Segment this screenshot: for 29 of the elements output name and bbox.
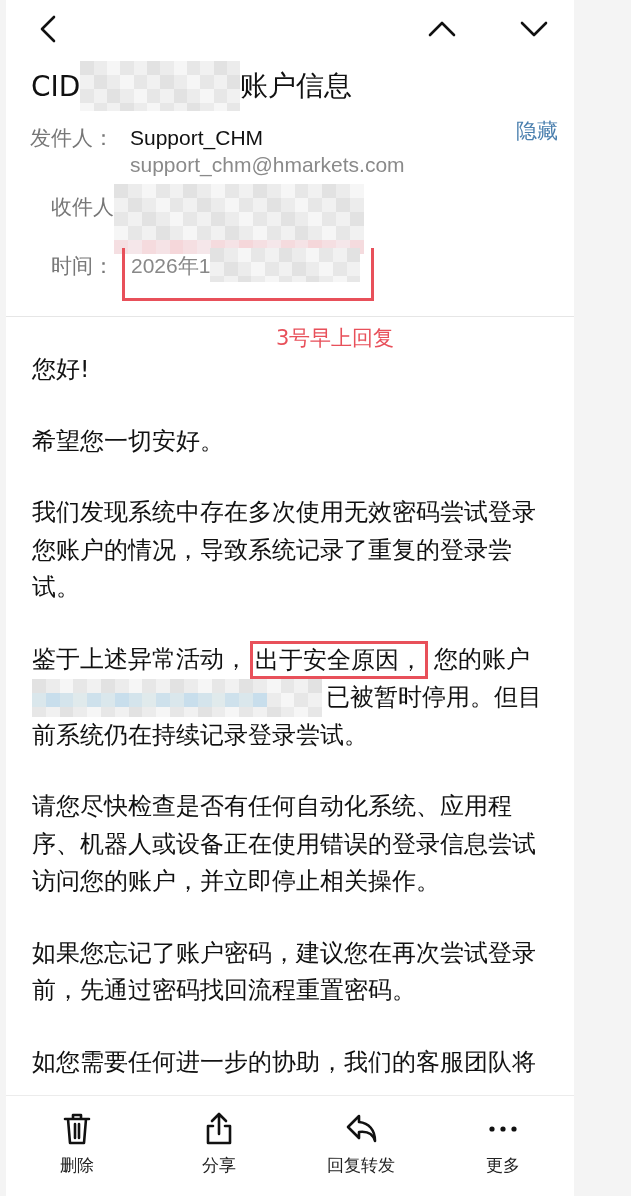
back-icon[interactable] <box>40 15 56 43</box>
chevron-up-icon[interactable] <box>428 21 456 37</box>
field-label: 时间： <box>50 253 114 280</box>
field-label: 发件人： <box>29 125 114 152</box>
field-label: 收件人 <box>50 194 114 221</box>
trash-icon[interactable] <box>61 1112 93 1146</box>
annotation-note: 3号早上回复 <box>276 325 395 351</box>
time-value: 2026年1 <box>131 253 211 279</box>
body-text: 您的账户 <box>434 643 530 675</box>
toolbar-button[interactable]: 分享 <box>148 1096 290 1196</box>
body-paragraph: 如果您忘记了账户密码，建议您在再次尝试登录前，先通过密码找回流程重置密码。 <box>32 937 537 1006</box>
toolbar-button[interactable]: 更多 <box>432 1096 574 1196</box>
email-subject: CID <box>31 69 81 103</box>
sender-email: support_chm@hmarkets.com <box>130 152 406 178</box>
chevron-down-icon[interactable] <box>520 21 548 37</box>
body-paragraph: 希望您一切安好。 <box>32 425 225 457</box>
body-paragraph: 请您尽快检查是否有任何自动化系统、应用程序、机器人或设备正在使用错误的登录信息尝试访问您的账户，并立即停止相关操作。 <box>32 791 537 897</box>
body-paragraph: 如您需要任何进一步的协助，我们的客服团队将 <box>32 1046 537 1078</box>
body-paragraph: 您好! <box>32 354 91 385</box>
toolbar-button[interactable]: 回复转发 <box>290 1096 432 1196</box>
body-text: 已被暂时停用。但目 <box>326 681 542 713</box>
email-subject: 账户信息 <box>240 68 353 104</box>
toolbar-button[interactable]: 删除 <box>6 1096 148 1196</box>
annotation-box: 出于安全原因， <box>250 640 428 679</box>
body-paragraph: 我们发现系统中存在多次使用无效密码尝试登录您账户的情况，导致系统记录了重复的登录尝试。 <box>32 497 537 603</box>
body-text: 鉴于上述异常活动， <box>32 643 248 675</box>
hide-link[interactable]: 隐藏 <box>516 118 558 144</box>
body-text: 前系统仍在持续记录登录尝试。 <box>32 719 368 751</box>
sender-name: Support_CHM <box>130 125 265 152</box>
